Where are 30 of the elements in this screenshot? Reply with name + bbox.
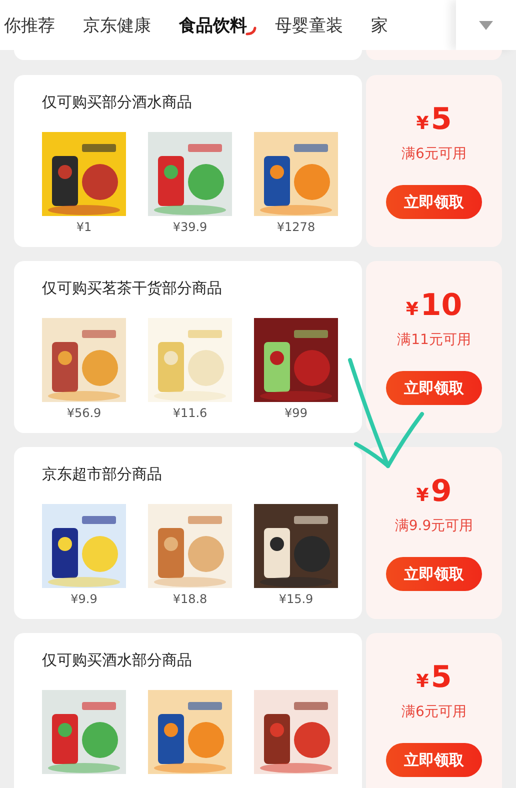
coupon-amount: ¥9 <box>416 475 452 511</box>
product-price: ¥39.9 <box>172 220 208 234</box>
product-price: ¥15.9 <box>278 592 314 606</box>
coupon-condition: 满11元可用 <box>397 331 471 349</box>
claim-button[interactable]: 立即领取 <box>386 371 482 405</box>
category-tab[interactable]: 家 <box>371 6 388 44</box>
product-price: ¥56.9 <box>66 406 102 420</box>
product-price: ¥9.9 <box>70 592 98 606</box>
product-price: ¥18.8 <box>172 592 208 606</box>
coupon-condition: 满6元可用 <box>402 703 466 721</box>
coupon-title: 京东超市部分商品 <box>42 465 163 484</box>
product-price: ¥1278 <box>276 220 316 234</box>
coupon-condition: 满6元可用 <box>402 145 466 163</box>
coupon-amount: ¥5 <box>416 103 452 139</box>
claim-button[interactable]: 立即领取 <box>386 557 482 591</box>
category-tab[interactable]: 母婴童装 <box>275 6 343 44</box>
coupon-amount: ¥10 <box>406 289 462 325</box>
coupon-amount: ¥5 <box>416 661 452 697</box>
coupon-condition: 满9.9元可用 <box>394 517 474 535</box>
product-price: ¥1 <box>76 220 92 234</box>
coupon-title: 仅可购买茗茶干货部分商品 <box>42 279 223 298</box>
product-price: ¥99 <box>284 406 308 420</box>
category-tab[interactable]: 食品饮料 <box>179 6 259 44</box>
claim-button[interactable]: 立即领取 <box>386 185 482 219</box>
category-tab[interactable]: 你推荐 <box>4 6 55 44</box>
product-price: ¥11.6 <box>172 406 208 420</box>
coupon-title: 仅可购买酒水部分商品 <box>42 651 193 670</box>
coupon-title: 仅可购买部分酒水商品 <box>42 93 193 112</box>
claim-button[interactable]: 立即领取 <box>386 743 482 777</box>
category-tab[interactable]: 京东健康 <box>83 6 151 44</box>
